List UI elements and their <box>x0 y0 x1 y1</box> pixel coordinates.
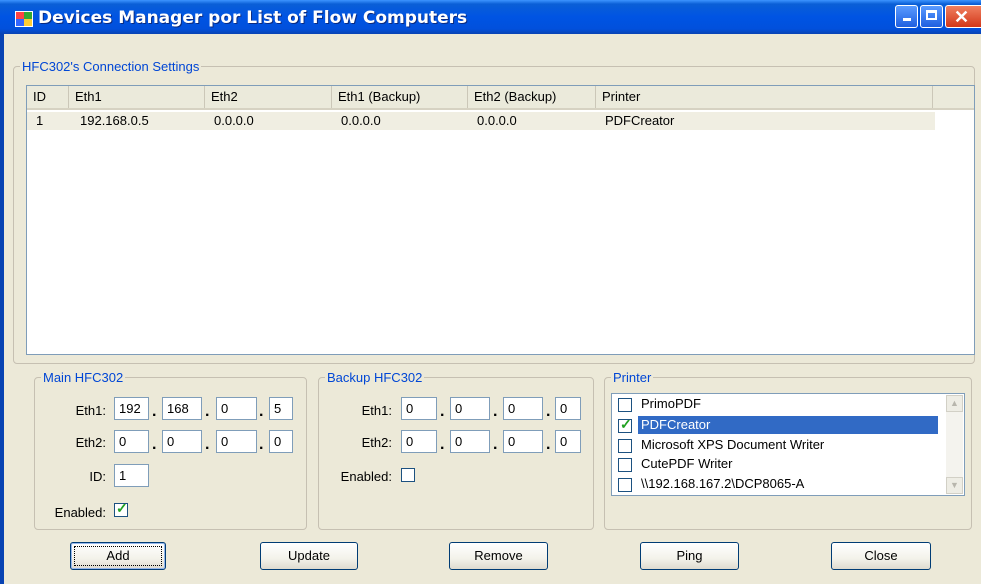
add-button[interactable]: Add <box>70 542 166 570</box>
printer-legend: Printer <box>611 370 654 385</box>
main-eth2-octet-1[interactable] <box>114 430 149 453</box>
cell-eth2: 0.0.0.0 <box>214 113 254 128</box>
main-eth2-label: Eth2: <box>75 435 106 450</box>
check-icon: ✓ <box>116 500 128 516</box>
maximize-icon <box>921 6 942 27</box>
col-header-eth1[interactable]: Eth1 <box>69 86 205 108</box>
printer-item-label: \\192.168.167.2\DCP8065-A <box>641 476 805 491</box>
cell-eth1-backup: 0.0.0.0 <box>341 113 381 128</box>
printer-item-pdfcreator[interactable]: ✓ PDFCreator <box>616 416 938 436</box>
ping-button[interactable]: Ping <box>640 542 739 570</box>
backup-eth2-octet-4[interactable] <box>555 430 581 453</box>
connection-settings-legend: HFC302's Connection Settings <box>20 59 202 74</box>
printer-checkbox[interactable] <box>618 458 632 472</box>
devices-list-view[interactable]: ID Eth1 Eth2 Eth1 (Backup) Eth2 (Backup)… <box>26 85 975 355</box>
printer-checkbox[interactable] <box>618 478 632 492</box>
backup-eth2-octet-3[interactable] <box>503 430 543 453</box>
backup-enabled-checkbox[interactable] <box>401 468 415 482</box>
col-header-eth2-backup[interactable]: Eth2 (Backup) <box>468 86 596 108</box>
col-header-printer[interactable]: Printer <box>596 86 933 108</box>
maximize-button[interactable] <box>920 5 943 28</box>
minimize-button[interactable] <box>895 5 918 28</box>
printer-item-label: CutePDF Writer <box>641 456 733 471</box>
col-header-eth2[interactable]: Eth2 <box>205 86 332 108</box>
printer-checkbox[interactable]: ✓ <box>618 416 632 433</box>
main-eth2-octet-2[interactable] <box>162 430 202 453</box>
cell-id: 1 <box>36 113 44 128</box>
window-frame-left <box>0 34 4 584</box>
printer-checkbox[interactable] <box>618 398 632 412</box>
cell-printer: PDFCreator <box>605 113 675 128</box>
devices-manager-window: Devices Manager por List of Flow Compute… <box>0 0 981 584</box>
backup-eth1-label: Eth1: <box>361 403 392 418</box>
title-bar[interactable]: Devices Manager por List of Flow Compute… <box>0 0 981 34</box>
backup-hfc302-legend: Backup HFC302 <box>325 370 425 385</box>
printer-list-scrollbar[interactable]: ▲ ▼ <box>946 395 963 494</box>
printer-item-label: PrimoPDF <box>641 396 701 411</box>
backup-eth1-octet-1[interactable] <box>401 397 437 420</box>
main-id-field[interactable] <box>114 464 149 487</box>
backup-eth1-octet-4[interactable] <box>555 397 581 420</box>
close-window-button[interactable]: ✕ <box>945 5 981 28</box>
printer-item-label: Microsoft XPS Document Writer <box>641 437 825 452</box>
backup-eth2-octet-1[interactable] <box>401 430 437 453</box>
backup-eth2-label: Eth2: <box>361 435 392 450</box>
main-eth1-label: Eth1: <box>75 403 106 418</box>
update-button-label: Update <box>288 548 330 563</box>
window-title: Devices Manager por List of Flow Compute… <box>38 8 468 28</box>
remove-button-label: Remove <box>474 548 523 563</box>
main-enabled-label: Enabled: <box>54 505 106 520</box>
main-hfc302-legend: Main HFC302 <box>41 370 126 385</box>
ping-button-label: Ping <box>676 548 703 563</box>
remove-button[interactable]: Remove <box>449 542 548 570</box>
main-eth2-octet-4[interactable] <box>269 430 293 453</box>
main-eth1-octet-3[interactable] <box>216 397 257 420</box>
close-button[interactable]: Close <box>831 542 931 570</box>
backup-eth1-octet-2[interactable] <box>450 397 490 420</box>
main-eth1-octet-4[interactable] <box>269 397 293 420</box>
col-header-eth1-backup[interactable]: Eth1 (Backup) <box>332 86 468 108</box>
close-button-label: Close <box>864 548 898 563</box>
table-row[interactable]: 1 192.168.0.5 0.0.0.0 0.0.0.0 0.0.0.0 PD… <box>27 112 935 130</box>
main-eth2-octet-3[interactable] <box>216 430 257 453</box>
printer-checked-list[interactable]: PrimoPDF ✓ PDFCreator Microsoft XPS Docu… <box>611 393 965 496</box>
minimize-icon <box>896 6 917 27</box>
main-id-label: ID: <box>89 469 106 484</box>
scroll-down-icon[interactable]: ▼ <box>946 477 963 494</box>
printer-checkbox[interactable] <box>618 439 632 453</box>
backup-eth2-octet-2[interactable] <box>450 430 490 453</box>
printer-item-network-dcp[interactable]: \\192.168.167.2\DCP8065-A <box>616 475 934 495</box>
printer-item-cutepdf[interactable]: CutePDF Writer <box>616 455 934 475</box>
scroll-up-icon[interactable]: ▲ <box>946 395 963 412</box>
backup-enabled-label: Enabled: <box>340 469 392 484</box>
check-icon: ✓ <box>620 416 632 432</box>
printer-item-label: PDFCreator <box>638 416 938 434</box>
update-button[interactable]: Update <box>260 542 358 570</box>
main-eth1-octet-1[interactable] <box>114 397 149 420</box>
backup-eth1-octet-3[interactable] <box>503 397 543 420</box>
cell-eth2-backup: 0.0.0.0 <box>477 113 517 128</box>
close-icon: ✕ <box>954 7 970 27</box>
main-enabled-checkbox[interactable]: ✓ <box>114 500 128 517</box>
col-header-id[interactable]: ID <box>27 86 69 108</box>
printer-item-xps-writer[interactable]: Microsoft XPS Document Writer <box>616 436 934 456</box>
cell-eth1: 192.168.0.5 <box>80 113 149 128</box>
app-grid-icon <box>15 11 33 27</box>
main-eth1-octet-2[interactable] <box>162 397 202 420</box>
list-header: ID Eth1 Eth2 Eth1 (Backup) Eth2 (Backup)… <box>27 86 974 110</box>
printer-item-primopdf[interactable]: PrimoPDF <box>616 395 934 415</box>
